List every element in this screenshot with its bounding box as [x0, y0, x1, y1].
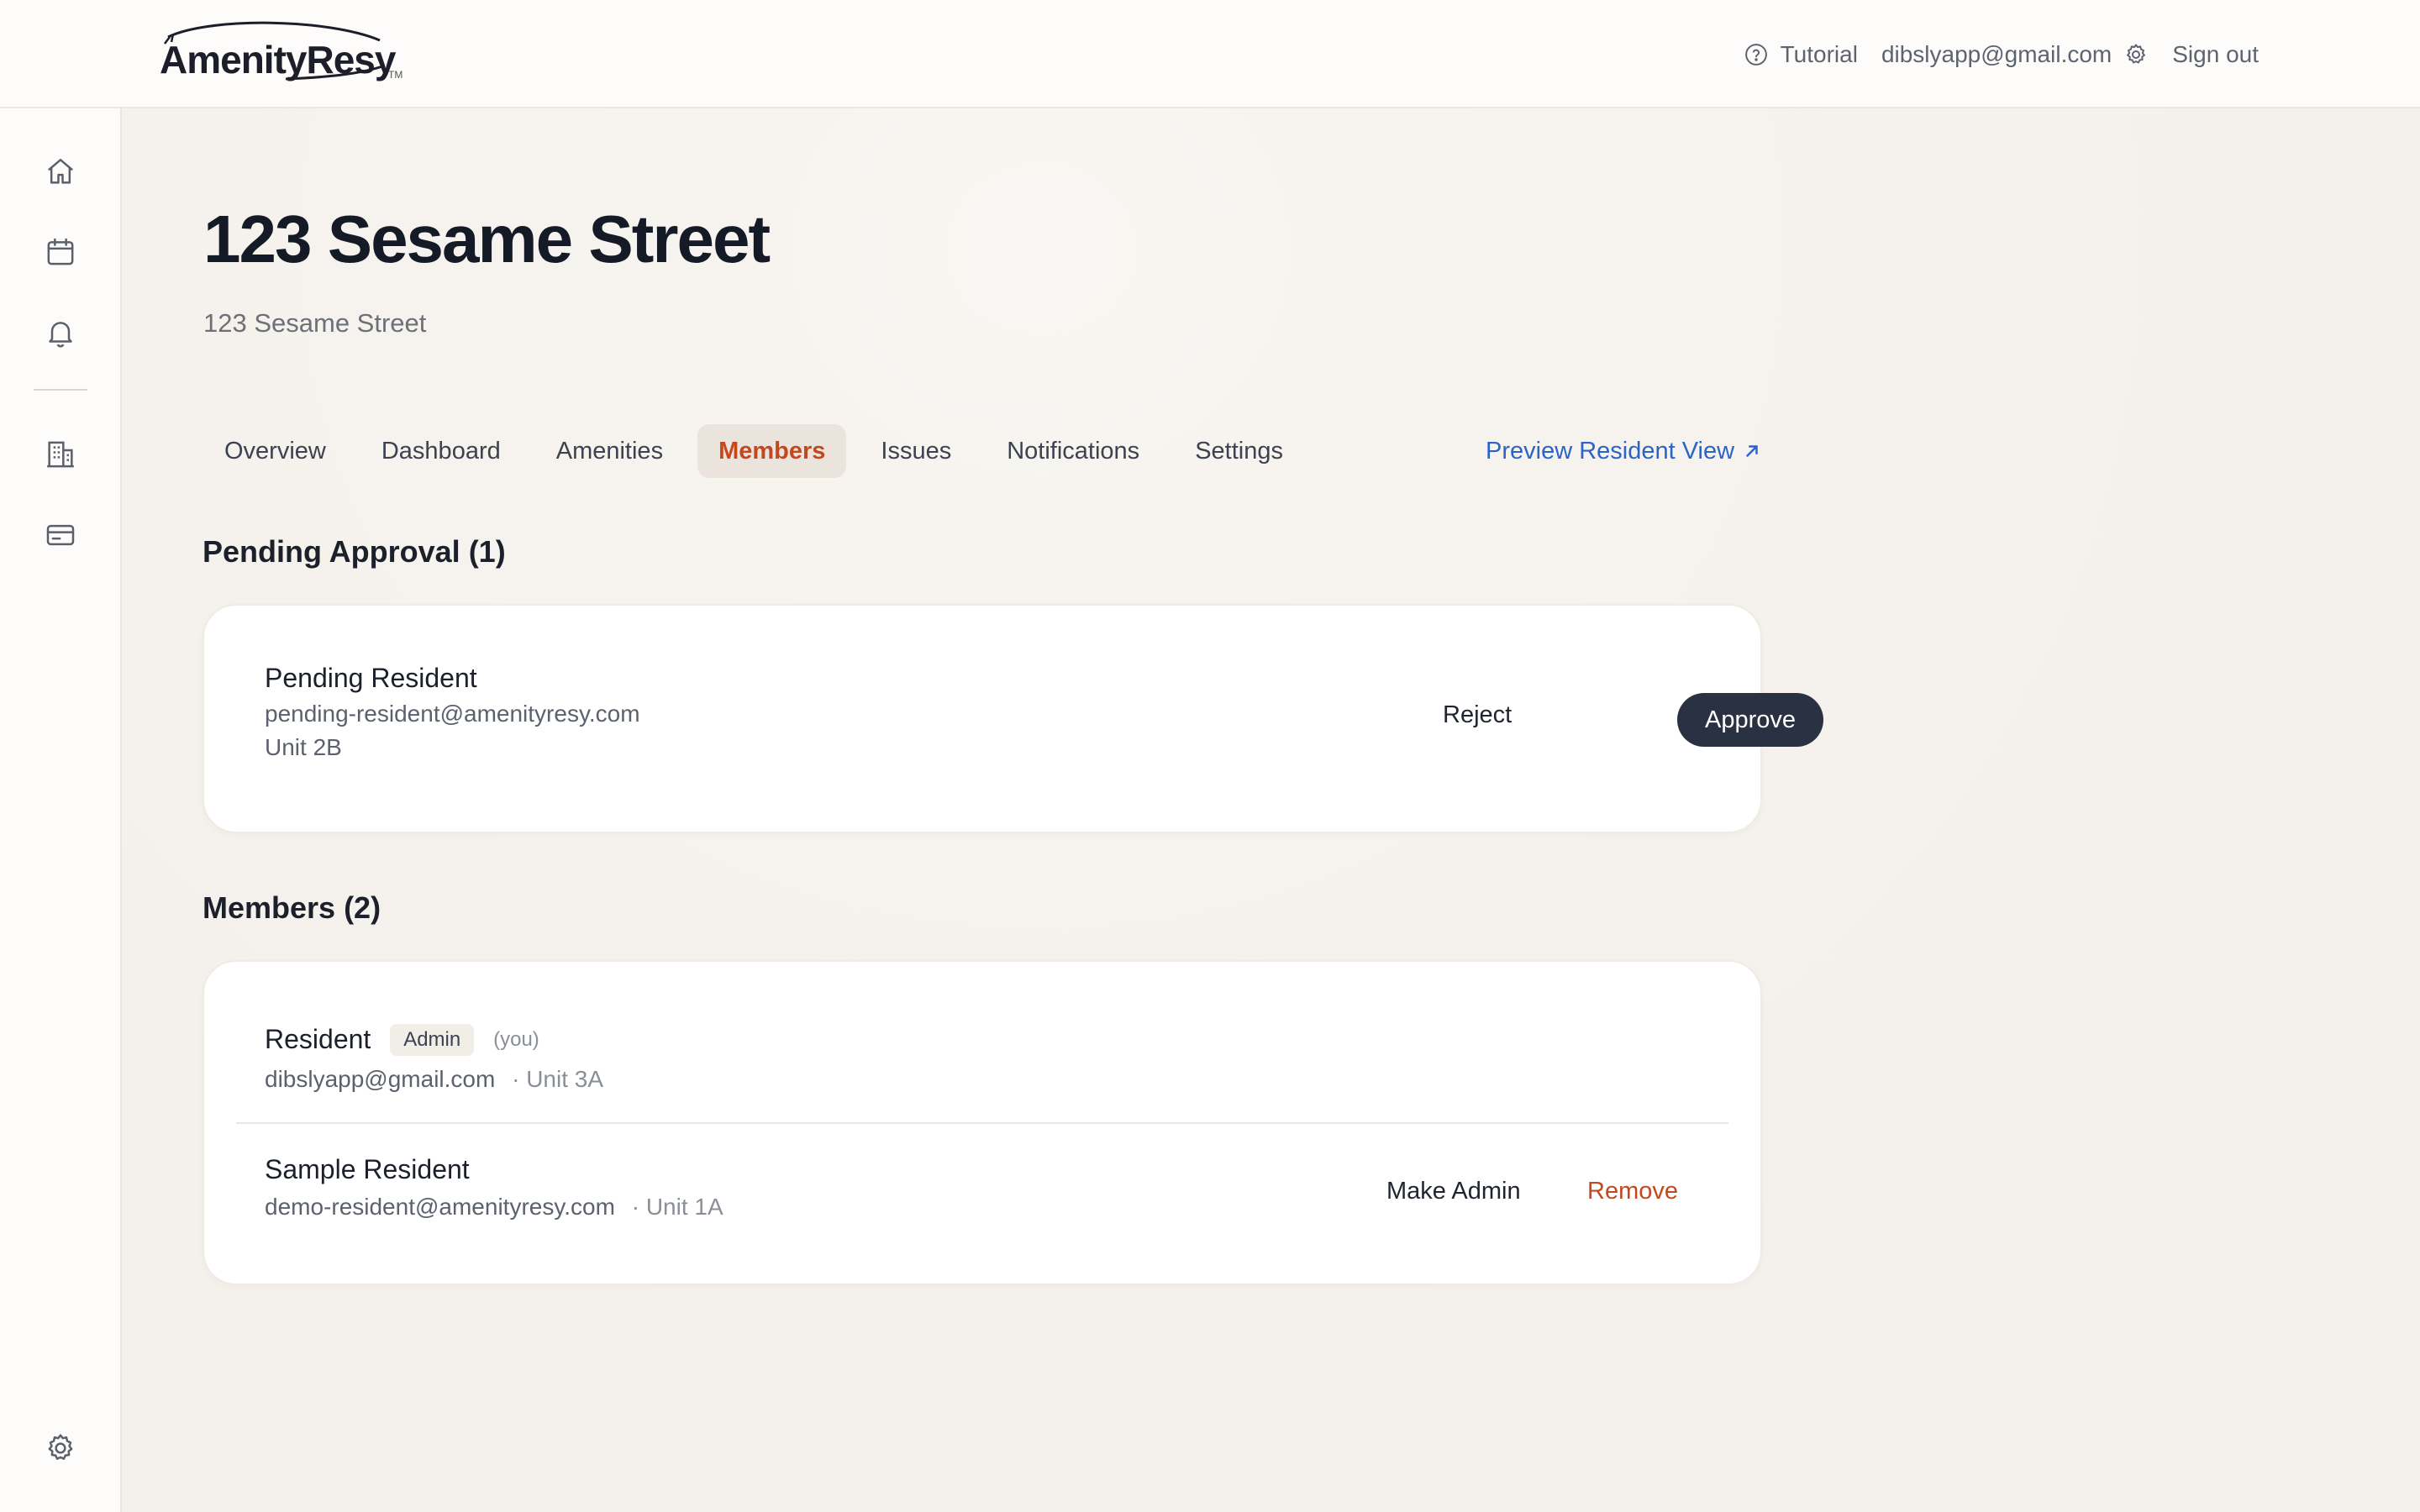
tutorial-label: Tutorial: [1780, 41, 1858, 67]
brand-trademark: TM: [388, 69, 403, 81]
member-email: demo-resident@amenityresy.com: [265, 1194, 615, 1220]
tab-issues[interactable]: Issues: [860, 424, 972, 478]
sidebar-item-billing[interactable]: [34, 508, 87, 562]
pending-resident-name: Pending Resident: [265, 663, 477, 693]
member-name: Sample Resident: [265, 1154, 470, 1184]
brand-name: AmenityResy: [160, 38, 396, 81]
you-indicator: (you): [493, 1028, 539, 1051]
make-admin-button[interactable]: Make Admin: [1386, 1178, 1521, 1205]
gear-icon: [48, 1434, 73, 1460]
tab-notifications[interactable]: Notifications: [986, 424, 1160, 478]
help-circle-icon: [1744, 42, 1769, 67]
sidebar-item-notifications[interactable]: [34, 306, 87, 360]
table-row: Resident Admin (you) dibslyapp@gmail.com…: [204, 962, 1760, 1122]
user-email: dibslyapp@gmail.com: [1881, 41, 2112, 67]
approve-button[interactable]: Approve: [1677, 693, 1824, 747]
list-item: Pending Resident pending-resident@amenit…: [204, 606, 1824, 835]
member-name-row: Resident Admin (you): [265, 1024, 539, 1056]
member-unit: · Unit 3A: [512, 1066, 604, 1092]
sidebar-item-home[interactable]: [34, 144, 87, 198]
sidebar-item-settings[interactable]: [34, 1421, 87, 1475]
user-menu[interactable]: dibslyapp@gmail.com: [1881, 41, 2149, 68]
table-row: Sample Resident demo-resident@amenityres…: [204, 1124, 1760, 1287]
bell-icon: [49, 322, 72, 348]
top-header: AmenityResy TM Tutorial dibslyapp@gmail.…: [0, 0, 2420, 108]
tab-dashboard[interactable]: Dashboard: [360, 424, 522, 478]
remove-member-button[interactable]: Remove: [1587, 1178, 1678, 1205]
admin-badge: Admin: [390, 1024, 475, 1056]
page-subtitle: 123 Sesame Street: [203, 308, 427, 338]
building-icon: [47, 441, 74, 468]
page-title: 123 Sesame Street: [203, 202, 771, 276]
pending-approval-card: Pending Resident pending-resident@amenit…: [203, 604, 1824, 835]
member-details: dibslyapp@gmail.com · Unit 3A: [265, 1066, 603, 1093]
members-card: Resident Admin (you) dibslyapp@gmail.com…: [203, 960, 1762, 1285]
header-actions: Tutorial dibslyapp@gmail.com Sign out: [1744, 34, 2259, 76]
sidebar-divider: [34, 389, 87, 391]
members-heading: Members (2): [203, 890, 381, 925]
tab-amenities[interactable]: Amenities: [535, 424, 684, 478]
tab-settings[interactable]: Settings: [1174, 424, 1304, 478]
preview-link-label: Preview Resident View: [1486, 437, 1735, 465]
member-unit: · Unit 1A: [631, 1194, 723, 1220]
sidebar-item-calendar[interactable]: [34, 225, 87, 279]
sign-out-button[interactable]: Sign out: [2172, 41, 2259, 68]
tab-members[interactable]: Members: [697, 424, 847, 478]
pending-approval-heading: Pending Approval (1): [203, 534, 506, 569]
tutorial-link[interactable]: Tutorial: [1744, 41, 1858, 68]
home-icon: [48, 159, 73, 184]
calendar-icon: [47, 238, 74, 265]
pending-resident-unit: Unit 2B: [265, 734, 342, 760]
tab-overview[interactable]: Overview: [203, 424, 347, 478]
sign-out-label: Sign out: [2172, 41, 2259, 67]
brand-logo[interactable]: AmenityResy TM: [160, 18, 403, 86]
member-name: Resident: [265, 1024, 371, 1054]
external-arrow-icon: [1746, 445, 1758, 457]
main-content: 123 Sesame Street 123 Sesame Street Over…: [122, 108, 2420, 1512]
member-details: demo-resident@amenityresy.com · Unit 1A: [265, 1194, 723, 1221]
sidebar-item-buildings[interactable]: [34, 428, 87, 481]
tab-bar: Overview Dashboard Amenities Members Iss…: [203, 424, 1304, 478]
gear-icon[interactable]: [2123, 42, 2149, 67]
member-email: dibslyapp@gmail.com: [265, 1066, 496, 1092]
reject-button[interactable]: Reject: [1443, 701, 1512, 729]
preview-resident-view-link[interactable]: Preview Resident View: [1486, 424, 1761, 478]
credit-card-icon: [46, 524, 75, 546]
sidebar: [0, 108, 122, 1512]
pending-resident-email: pending-resident@amenityresy.com: [265, 701, 640, 727]
